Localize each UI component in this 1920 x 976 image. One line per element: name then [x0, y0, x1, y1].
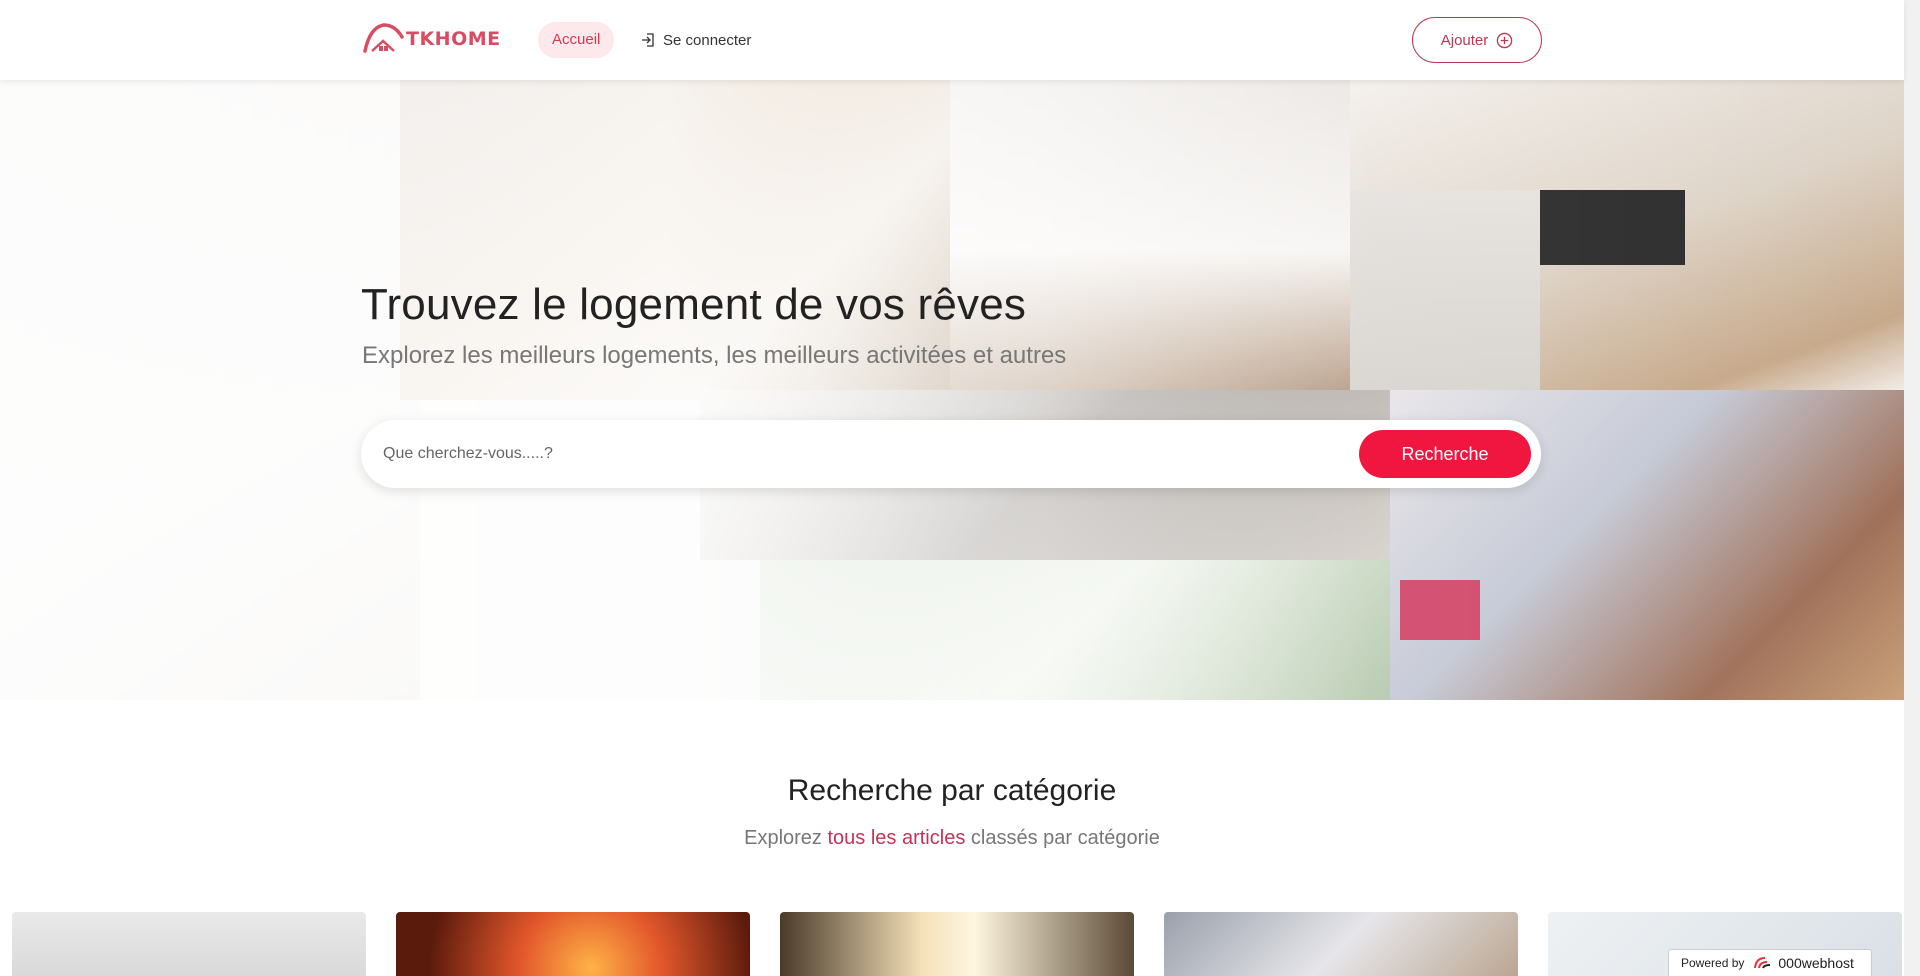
search-button[interactable]: Recherche — [1359, 430, 1531, 478]
add-listing-label: Ajouter — [1440, 31, 1489, 49]
search-bar: Recherche — [361, 420, 1541, 488]
logo-text: TKHOME — [406, 28, 501, 50]
category-subtitle-before: Explorez — [744, 827, 828, 849]
webhost-logo-icon — [1754, 957, 1771, 969]
login-icon — [642, 33, 654, 47]
category-section-title: Recherche par catégorie — [787, 774, 1117, 807]
all-articles-link[interactable]: tous les articles — [827, 827, 965, 849]
nav-login-link[interactable]: Se connecter — [640, 22, 751, 58]
category-card-4[interactable] — [1164, 912, 1518, 976]
hero-section: Trouvez le logement de vos rêves Explore… — [0, 80, 1904, 700]
site-logo[interactable]: TKHOME — [362, 21, 501, 57]
house-logo-icon — [363, 23, 404, 53]
category-cards — [12, 912, 1904, 976]
add-listing-button[interactable]: Ajouter — [1412, 17, 1542, 63]
hero-subtitle: Explorez les meilleurs logements, les me… — [362, 342, 1067, 369]
hero-overlay — [0, 80, 1904, 700]
webhost-brand: 000webhost — [1778, 955, 1854, 971]
search-input[interactable] — [383, 434, 1383, 474]
powered-by-label: Powered by — [1681, 956, 1745, 970]
category-section-subtitle: Explorez tous les articles classés par c… — [0, 827, 1904, 850]
top-navbar: TKHOME Accueil Se connecter Ajouter — [0, 0, 1904, 80]
hero-title: Trouvez le logement de vos rêves — [361, 280, 1027, 329]
category-card-3[interactable] — [780, 912, 1134, 976]
nav-login-label: Se connecter — [663, 31, 752, 49]
vertical-scrollbar[interactable] — [1904, 0, 1920, 976]
plus-circle-icon — [1497, 32, 1513, 48]
hosting-badge[interactable]: Powered by 000webhost — [1668, 949, 1872, 976]
category-subtitle-after: classés par catégorie — [965, 827, 1160, 849]
category-card-2[interactable] — [396, 912, 750, 976]
nav-home-link[interactable]: Accueil — [538, 22, 615, 58]
category-card-1[interactable] — [12, 912, 366, 976]
